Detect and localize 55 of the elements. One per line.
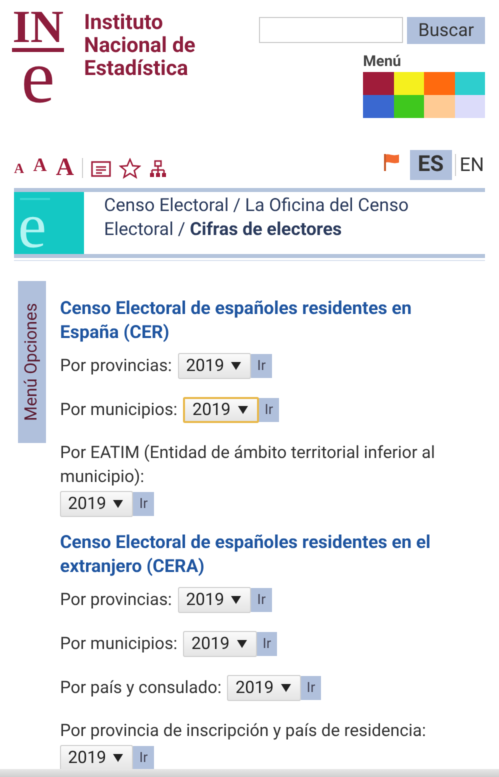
menu-color-tile[interactable] [454, 72, 485, 95]
year-dropdown[interactable]: 2019 [178, 353, 252, 379]
language-link[interactable]: ES [410, 150, 452, 180]
filter-label: Por municipios: [60, 399, 178, 422]
breadcrumb: Censo Electoral / La Oficina del Censo Electoral / Cifras de electores [103, 194, 410, 242]
menu-color-tile[interactable] [424, 95, 454, 118]
flag-icon [382, 153, 401, 171]
menu-color-tile[interactable] [454, 95, 485, 118]
menu-color-tile[interactable] [424, 72, 454, 95]
go-button[interactable]: Ir [251, 588, 272, 612]
side-menu-tab[interactable]: Menú Opciones [18, 281, 46, 443]
menu-label: Menú [363, 53, 402, 70]
year-dropdown[interactable]: 2019 [60, 491, 134, 517]
caret-icon [236, 640, 247, 648]
menu-color-tile[interactable] [394, 95, 424, 118]
caret-icon [231, 362, 242, 370]
year-dropdown[interactable]: 2019 [183, 631, 257, 657]
document-icon[interactable] [90, 161, 111, 177]
star-icon[interactable] [118, 158, 141, 179]
caret-icon [238, 406, 248, 414]
logo-text: IN [12, 8, 64, 52]
menu-color-tile[interactable] [363, 95, 394, 118]
filter-label: Por provincia de inscripción y país de residencia: [60, 720, 426, 743]
language-link[interactable]: EN [458, 150, 485, 180]
font-size-button[interactable]: A [33, 152, 47, 180]
search-field[interactable] [259, 17, 404, 43]
emblem-letter: e [18, 194, 46, 254]
go-button[interactable]: Ir [251, 354, 272, 378]
go-button[interactable]: Ir [258, 398, 280, 422]
go-button[interactable]: Ir [133, 746, 154, 770]
filter-label: Por país y consulado: [60, 677, 222, 700]
year-dropdown[interactable]: 2019 [227, 675, 301, 701]
section-heading: Censo Electoral de españoles residentes en el extranjero (CERA) [60, 531, 432, 579]
year-dropdown[interactable]: 2019 [178, 587, 252, 613]
filter-label: Por EATIM (Entidad de ámbito territorial inferior al municipio): [60, 442, 436, 489]
caret-icon [280, 684, 291, 692]
organization-name: Instituto Nacional de Estadística [84, 10, 196, 83]
menu-color-tile[interactable] [394, 72, 424, 95]
font-size-button[interactable]: A [56, 156, 74, 180]
go-button[interactable]: Ir [256, 632, 278, 656]
sitemap-icon[interactable] [148, 160, 167, 178]
caret-icon [113, 500, 124, 508]
search-button[interactable]: Buscar [407, 17, 485, 44]
menu-color-tile[interactable] [363, 72, 394, 95]
filter-label: Por municipios: [60, 633, 178, 656]
caret-icon [231, 596, 242, 604]
filter-label: Por provincias: [60, 355, 172, 378]
year-dropdown[interactable]: 2019 [60, 745, 134, 771]
go-button[interactable]: Ir [133, 492, 154, 516]
font-size-button[interactable]: A [14, 159, 24, 180]
caret-icon [113, 754, 124, 762]
section-heading: Censo Electoral de españoles residentes en España (CER) [60, 297, 413, 345]
year-dropdown[interactable]: 2019 [183, 397, 259, 423]
filter-label: Por provincias: [60, 589, 172, 612]
go-button[interactable]: Ir [300, 676, 322, 700]
